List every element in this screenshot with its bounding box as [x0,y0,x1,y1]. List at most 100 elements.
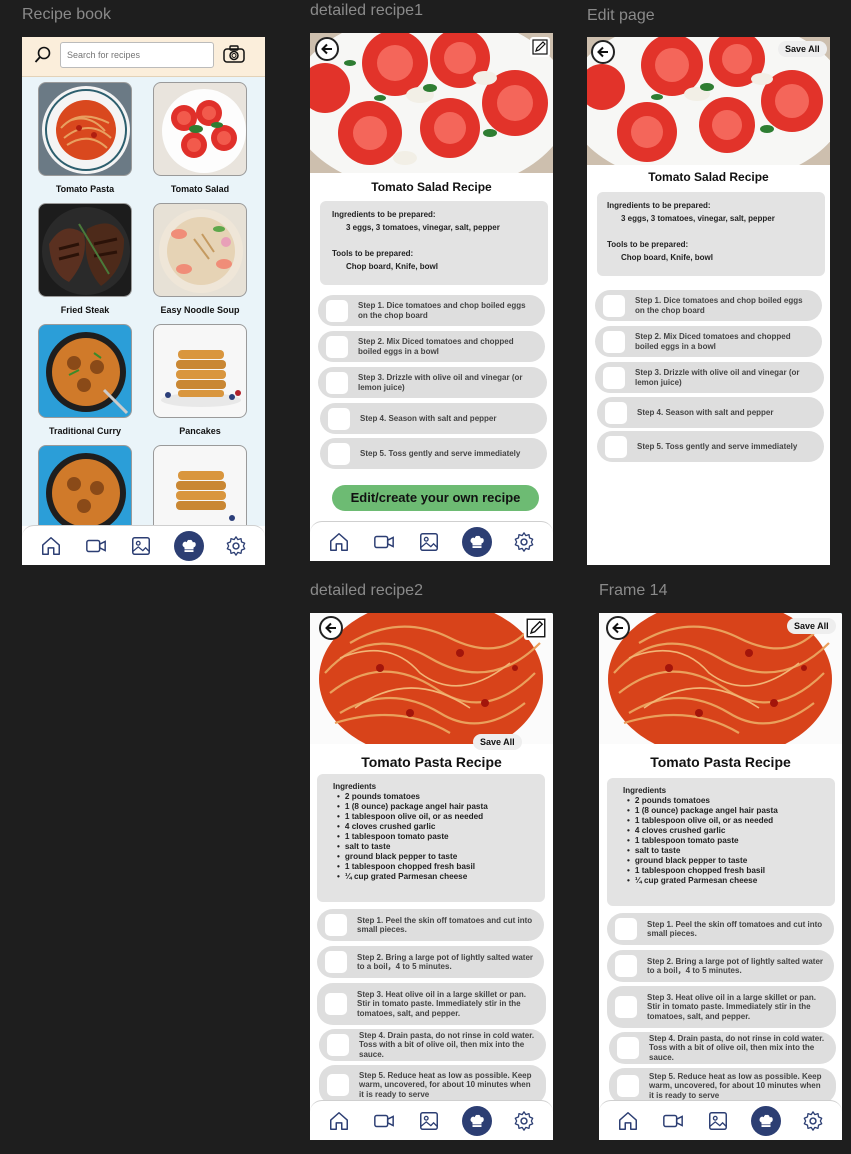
home-icon[interactable] [38,533,64,559]
search-icon[interactable] [34,46,52,68]
step-item[interactable]: Step 4. Season with salt and pepper [320,403,547,434]
step-item[interactable]: Step 5. Reduce heat as low as possible. … [319,1065,546,1105]
search-input[interactable] [60,42,214,68]
back-arrow-icon[interactable] [591,40,615,64]
step-checkbox[interactable] [325,951,347,973]
edit-pencil-icon[interactable] [530,37,550,57]
step-text: Step 4. Drain pasta, do not rinse in col… [649,1033,825,1062]
save-all-button[interactable]: Save All [473,734,522,750]
ingredient-item: 1 tablespoon tomato paste [623,836,819,846]
edit-page-frame: Save All Tomato Salad Recipe Ingredients… [587,37,830,565]
tomato-salad-image [153,82,247,176]
step-checkbox[interactable] [326,299,348,322]
step-checkbox[interactable] [325,993,347,1015]
back-arrow-icon[interactable] [319,616,343,640]
home-icon[interactable] [326,529,352,555]
frame-label-recipe-book: Recipe book [22,6,111,23]
ingredient-item: ground black pepper to taste [333,852,529,862]
gallery-icon[interactable] [416,1108,442,1134]
edit-create-recipe-button[interactable]: Edit/create your own recipe [332,485,539,511]
step-text: Step 2. Bring a large pot of lightly sal… [647,956,824,976]
recipe-card-tomato-salad[interactable]: Tomato Salad [153,82,247,194]
settings-icon[interactable] [511,1108,537,1134]
step-checkbox[interactable] [615,918,637,940]
settings-icon[interactable] [223,533,249,559]
gallery-icon[interactable] [705,1108,731,1134]
home-icon[interactable] [326,1108,352,1134]
recipe-book-frame: Tomato Pasta Tomato Salad Fried Steak Ea… [22,37,265,565]
step-item[interactable]: Step 3. Heat olive oil in a large skille… [317,983,546,1025]
step-text: Step 3. Heat olive oil in a large skille… [357,989,526,1018]
step-item[interactable]: Step 3. Drizzle with olive oil and vineg… [318,367,547,398]
recipe-card-fried-steak[interactable]: Fried Steak [38,203,132,315]
recipe-title: Tomato Pasta Recipe [361,754,502,770]
step-checkbox[interactable] [327,1074,349,1096]
step-item[interactable]: Step 5. Toss gently and serve immediatel… [320,438,547,469]
step-checkbox[interactable] [326,335,348,358]
step-item[interactable]: Step 1. Peel the skin off tomatoes and c… [317,909,544,941]
video-icon[interactable] [371,529,397,555]
recipe-card-traditional-curry[interactable]: Traditional Curry [38,324,132,436]
home-icon[interactable] [615,1108,641,1134]
recipe-title: Tomato Pasta Recipe [650,754,791,770]
step-item[interactable]: Step 1. Dice tomatoes and chop boiled eg… [318,295,545,326]
video-icon[interactable] [660,1108,686,1134]
step-checkbox[interactable] [617,1037,639,1059]
step-item[interactable]: Step 4. Drain pasta, do not rinse in col… [609,1032,836,1064]
step-text: Step 1. Dice tomatoes and chop boiled eg… [358,301,526,320]
step-item[interactable]: Step 3. Heat olive oil in a large skille… [607,986,836,1028]
save-all-button[interactable]: Save All [787,618,836,634]
step-checkbox[interactable] [615,996,637,1018]
step-item[interactable]: Step 5. Reduce heat as low as possible. … [609,1068,836,1104]
back-arrow-icon[interactable] [606,616,630,640]
step-item[interactable]: Step 5. Toss gently and serve immediatel… [597,431,824,462]
step-checkbox[interactable] [617,1075,639,1097]
chef-hat-icon[interactable] [173,530,204,561]
gallery-icon[interactable] [128,533,154,559]
step-checkbox[interactable] [327,1034,349,1056]
step-item[interactable]: Step 2. Bring a large pot of lightly sal… [607,950,834,982]
step-checkbox[interactable] [328,442,350,465]
step-checkbox[interactable] [603,330,625,353]
ingredient-item: ¼ cup grated Parmesan cheese [333,872,529,882]
chef-hat-icon[interactable] [461,526,492,557]
settings-icon[interactable] [800,1108,826,1134]
step-item[interactable]: Step 2. Mix Diced tomatoes and chopped b… [595,326,822,357]
recipe-card-traditional-curry[interactable] [38,445,132,526]
step-checkbox[interactable] [326,371,348,394]
frame-label-detailed-recipe2: detailed recipe2 [310,582,423,599]
step-item[interactable]: Step 2. Bring a large pot of lightly sal… [317,946,544,978]
step-item[interactable]: Step 2. Mix Diced tomatoes and chopped b… [318,331,545,362]
settings-icon[interactable] [511,529,537,555]
step-text: Step 3. Drizzle with olive oil and vineg… [635,368,800,387]
recipe-card-pancakes[interactable]: Pancakes [153,324,247,436]
recipe-card-tomato-pasta[interactable]: Tomato Pasta [38,82,132,194]
camera-icon[interactable] [223,45,245,67]
chef-hat-icon[interactable] [750,1105,781,1136]
step-checkbox[interactable] [605,401,627,424]
chef-hat-icon[interactable] [461,1105,492,1136]
back-arrow-icon[interactable] [315,37,339,61]
gallery-icon[interactable] [416,529,442,555]
step-checkbox[interactable] [603,366,625,389]
step-item[interactable]: Step 4. Season with salt and pepper [597,397,824,428]
step-item[interactable]: Step 1. Dice tomatoes and chop boiled eg… [595,290,822,321]
save-all-button[interactable]: Save All [778,41,827,57]
step-item[interactable]: Step 1. Peel the skin off tomatoes and c… [607,913,834,945]
step-checkbox[interactable] [603,294,625,317]
bottom-nav [22,525,265,565]
step-checkbox[interactable] [615,955,637,977]
step-text: Step 4. Season with salt and pepper [360,413,497,423]
step-item[interactable]: Step 3. Drizzle with olive oil and vineg… [595,362,824,393]
step-item[interactable]: Step 4. Drain pasta, do not rinse in col… [319,1029,546,1061]
recipe-card-easy-noodle-soup[interactable]: Easy Noodle Soup [153,203,247,315]
recipe-card-pancakes[interactable] [153,445,247,526]
video-icon[interactable] [371,1108,397,1134]
step-checkbox[interactable] [328,407,350,430]
pancakes-image [153,445,247,526]
step-text: Step 3. Drizzle with olive oil and vineg… [358,373,523,392]
step-checkbox[interactable] [605,435,627,458]
video-icon[interactable] [83,533,109,559]
step-checkbox[interactable] [325,914,347,936]
edit-pencil-icon[interactable] [524,616,548,640]
